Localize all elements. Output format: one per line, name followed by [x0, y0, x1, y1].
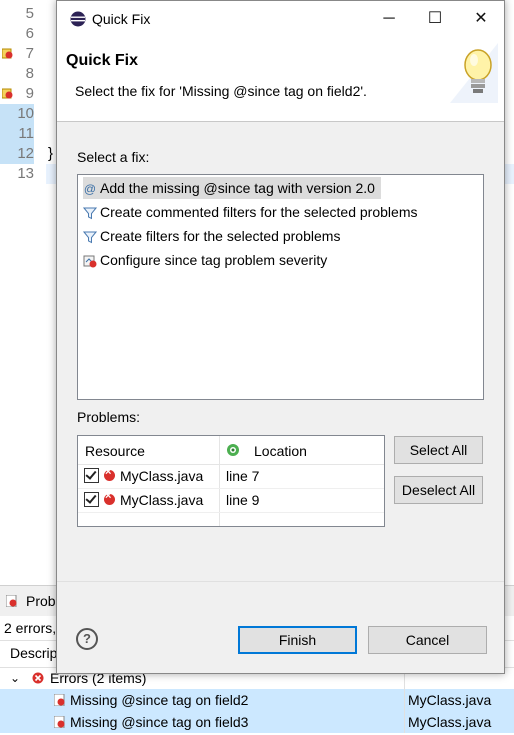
- finish-button[interactable]: Finish: [238, 626, 357, 654]
- at-sign-icon: @: [83, 182, 97, 197]
- list-item[interactable]: Configure since tag problem severity: [83, 249, 327, 271]
- problem-resource: MyClass.java: [120, 492, 204, 508]
- list-item[interactable]: Create filters for the selected problems: [83, 225, 340, 247]
- title-bar[interactable]: Quick Fix ─ ☐ ✕: [57, 1, 504, 37]
- location-column-header[interactable]: Location: [254, 443, 307, 459]
- list-item[interactable]: @ Add the missing @since tag with version…: [83, 177, 381, 199]
- select-fix-label: Select a fix:: [77, 149, 150, 165]
- problem-checkbox[interactable]: [84, 468, 99, 483]
- window-title: Quick Fix: [92, 11, 151, 27]
- table-row[interactable]: Missing @since tag on field2 MyClass.jav…: [0, 689, 514, 711]
- line-number: 5: [25, 5, 34, 22]
- problem-checkbox[interactable]: [84, 492, 99, 507]
- banner-title: Quick Fix: [66, 52, 139, 69]
- banner-message: Select the fix for 'Missing @since tag o…: [75, 83, 367, 99]
- filter-icon: [83, 231, 97, 244]
- filter-icon: [83, 207, 97, 220]
- table-row[interactable]: MyClass.java line 9: [78, 488, 384, 513]
- error-icon: [32, 672, 44, 684]
- fix-label: Create filters for the selected problems: [100, 228, 341, 244]
- problems-table[interactable]: Resource Location MyClass.java line 7 My…: [77, 435, 385, 527]
- error-icon: [104, 490, 115, 505]
- closing-brace: }: [48, 145, 54, 162]
- chevron-down-icon[interactable]: ⌄: [10, 667, 20, 689]
- resource-column-header[interactable]: Resource: [85, 443, 145, 459]
- problems-icon: [6, 595, 17, 607]
- problems-table-header[interactable]: Resource Location: [78, 436, 384, 465]
- problem-resource: MyClass.java: [408, 692, 492, 708]
- problems-status: 2 errors,: [4, 620, 57, 636]
- quick-fix-dialog: Quick Fix ─ ☐ ✕ Quick Fix Select the fix…: [56, 0, 505, 674]
- problems-label: Problems:: [77, 409, 141, 425]
- description-column-header[interactable]: Descrip: [10, 645, 57, 661]
- column-separator: [404, 689, 405, 711]
- fix-label: Add the missing @since tag with version …: [100, 180, 375, 196]
- line-number: 8: [25, 65, 34, 82]
- lightbulb-icon: [450, 43, 498, 103]
- fix-label: Configure since tag problem severity: [100, 252, 328, 268]
- line-number: 12: [0, 144, 34, 164]
- eclipse-icon: [70, 11, 86, 27]
- fix-label: Create commented filters for the selecte…: [100, 204, 418, 220]
- list-item[interactable]: Create commented filters for the selecte…: [83, 201, 417, 223]
- line-number: 6: [25, 25, 34, 42]
- problem-location: line 7: [226, 468, 260, 484]
- select-all-button[interactable]: Select All: [394, 436, 483, 464]
- line-number-gutter: 5 6 7 8 9 10 11 12 13: [0, 0, 46, 585]
- problems-tab-label: Prob: [26, 593, 56, 609]
- error-icon: [104, 466, 115, 481]
- help-icon[interactable]: ?: [76, 628, 98, 650]
- table-row[interactable]: Missing @since tag on field3 MyClass.jav…: [0, 711, 514, 733]
- fix-list[interactable]: @ Add the missing @since tag with version…: [77, 174, 484, 400]
- deselect-all-button[interactable]: Deselect All: [394, 476, 483, 504]
- table-row[interactable]: MyClass.java line 7: [78, 464, 384, 489]
- line-number: 13: [17, 165, 34, 182]
- column-separator: [404, 711, 405, 733]
- location-icon: [227, 444, 239, 456]
- maximize-button[interactable]: ☐: [412, 1, 458, 37]
- line-number: 11: [0, 124, 34, 144]
- cancel-button[interactable]: Cancel: [368, 626, 487, 654]
- configure-icon: [83, 255, 97, 268]
- problem-resource: MyClass.java: [408, 714, 492, 730]
- problem-location: line 9: [226, 492, 260, 508]
- error-marker-icon[interactable]: [2, 88, 13, 99]
- minimize-button[interactable]: ─: [366, 1, 412, 37]
- error-marker-icon[interactable]: [2, 48, 13, 59]
- close-button[interactable]: ✕: [458, 1, 504, 37]
- footer-separator: [57, 581, 504, 582]
- problem-resource: MyClass.java: [120, 468, 204, 484]
- problem-error-icon: [54, 716, 65, 728]
- problem-description: Missing @since tag on field2: [70, 692, 249, 708]
- line-number: 10: [0, 104, 34, 124]
- dialog-banner: Quick Fix Select the fix for 'Missing @s…: [57, 37, 504, 122]
- problem-error-icon: [54, 694, 65, 706]
- problem-description: Missing @since tag on field3: [70, 714, 249, 730]
